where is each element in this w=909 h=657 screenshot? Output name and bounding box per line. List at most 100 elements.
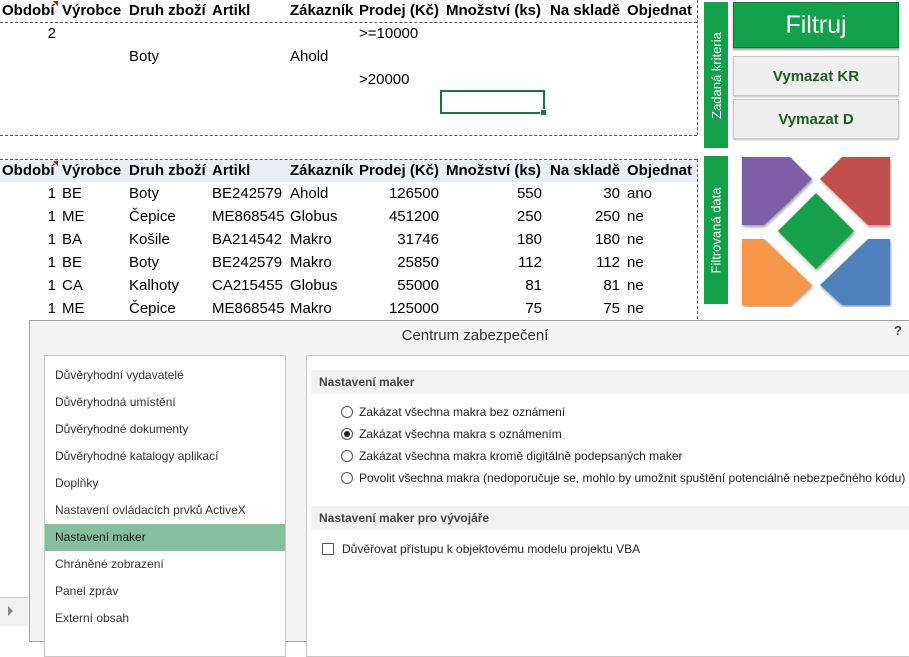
- nav-item[interactable]: Důvěryhodné dokumenty: [45, 416, 285, 443]
- cell-mnozstvi[interactable]: 81: [446, 275, 542, 297]
- header-vyrobce[interactable]: Výrobce: [62, 0, 126, 22]
- header-druh[interactable]: Druh zboží: [129, 0, 209, 22]
- data-header-obdobi[interactable]: Období: [2, 160, 60, 182]
- cell-zakaznik[interactable]: Ahold: [290, 183, 358, 205]
- cell-druh[interactable]: Čepice: [129, 298, 209, 320]
- cell-obdobi[interactable]: 1: [2, 298, 56, 320]
- cell-zakaznik[interactable]: Makro: [290, 252, 358, 274]
- header-zakaznik[interactable]: Zákazník: [290, 0, 358, 22]
- criteria-zakaznik[interactable]: Ahold: [290, 46, 358, 68]
- scroll-left-icon[interactable]: [8, 606, 13, 616]
- data-header-sklad[interactable]: Na skladě: [550, 160, 625, 182]
- data-header-druh[interactable]: Druh zboží: [129, 160, 209, 182]
- cell-sklad[interactable]: 250: [550, 206, 620, 228]
- cell-obdobi[interactable]: 1: [2, 275, 56, 297]
- cell-mnozstvi[interactable]: 112: [446, 252, 542, 274]
- criteria-druh[interactable]: Boty: [129, 46, 209, 68]
- cell-prodej[interactable]: 126500: [359, 183, 439, 205]
- cell-vyrobce[interactable]: ME: [62, 206, 126, 228]
- macro-option-label[interactable]: Zakázat všechna makra kromě digitálně po…: [359, 448, 683, 464]
- cell-zakaznik[interactable]: Globus: [290, 275, 358, 297]
- selected-cell[interactable]: [440, 90, 547, 116]
- cell-prodej[interactable]: 55000: [359, 275, 439, 297]
- cell-artikl[interactable]: BA214542: [212, 229, 287, 251]
- cell-artikl[interactable]: BE242579: [212, 183, 287, 205]
- cell-artikl[interactable]: CA215455: [212, 275, 287, 297]
- criteria-prodej-2[interactable]: >20000: [359, 69, 441, 91]
- vba-trust-label[interactable]: Důvěřovat přístupu k objektovému modelu …: [342, 541, 640, 557]
- cell-zakaznik[interactable]: Makro: [290, 229, 358, 251]
- cell-mnozstvi[interactable]: 550: [446, 183, 542, 205]
- cell-artikl[interactable]: ME868545: [212, 206, 287, 228]
- data-header-objednat[interactable]: Objednat: [627, 160, 699, 182]
- header-prodej[interactable]: Prodej (Kč): [359, 0, 441, 22]
- cell-objednat[interactable]: ne: [627, 252, 697, 274]
- cell-vyrobce[interactable]: BA: [62, 229, 126, 251]
- cell-obdobi[interactable]: 1: [2, 183, 56, 205]
- cell-objednat[interactable]: ne: [627, 206, 697, 228]
- nav-item[interactable]: Nastavení maker: [45, 524, 285, 551]
- cell-prodej[interactable]: 31746: [359, 229, 439, 251]
- cell-prodej[interactable]: 451200: [359, 206, 439, 228]
- clear-criteria-button[interactable]: Vymazat KR: [733, 56, 899, 96]
- cell-prodej[interactable]: 125000: [359, 298, 439, 320]
- data-header-mnozstvi[interactable]: Množství (ks): [446, 160, 548, 182]
- header-mnozstvi[interactable]: Množství (ks): [446, 0, 548, 22]
- criteria-prodej-1[interactable]: >=10000: [359, 23, 441, 45]
- clear-data-button[interactable]: Vymazat D: [733, 99, 899, 139]
- macro-option-radio[interactable]: [341, 450, 353, 462]
- cell-vyrobce[interactable]: BE: [62, 183, 126, 205]
- cell-artikl[interactable]: BE242579: [212, 252, 287, 274]
- criteria-obdobi[interactable]: 2: [2, 23, 56, 45]
- data-header-prodej[interactable]: Prodej (Kč): [359, 160, 441, 182]
- cell-vyrobce[interactable]: ME: [62, 298, 126, 320]
- cell-mnozstvi[interactable]: 180: [446, 229, 542, 251]
- nav-item[interactable]: Důvěryhodní vydavatelé: [45, 362, 285, 389]
- cell-obdobi[interactable]: 1: [2, 229, 56, 251]
- cell-artikl[interactable]: ME868545: [212, 298, 287, 320]
- nav-item[interactable]: Důvěryhodné katalogy aplikací: [45, 443, 285, 470]
- nav-item[interactable]: Externí obsah: [45, 605, 285, 632]
- cell-objednat[interactable]: ne: [627, 275, 697, 297]
- cell-sklad[interactable]: 81: [550, 275, 620, 297]
- cell-mnozstvi[interactable]: 250: [446, 206, 542, 228]
- macro-option-label[interactable]: Zakázat všechna makra s oznámením: [359, 426, 562, 442]
- cell-vyrobce[interactable]: BE: [62, 252, 126, 274]
- cell-objednat[interactable]: ne: [627, 229, 697, 251]
- cell-prodej[interactable]: 25850: [359, 252, 439, 274]
- nav-item[interactable]: Chráněné zobrazení: [45, 551, 285, 578]
- macro-option-radio[interactable]: [341, 406, 353, 418]
- cell-sklad[interactable]: 180: [550, 229, 620, 251]
- cell-druh[interactable]: Kalhoty: [129, 275, 209, 297]
- cell-obdobi[interactable]: 1: [2, 252, 56, 274]
- macro-option-radio[interactable]: [341, 428, 353, 440]
- macro-option-label[interactable]: Povolit všechna makra (nedoporučuje se, …: [359, 470, 905, 486]
- data-header-artikl[interactable]: Artikl: [212, 160, 287, 182]
- cell-obdobi[interactable]: 1: [2, 206, 56, 228]
- nav-item[interactable]: Nastavení ovládacích prvků ActiveX: [45, 497, 285, 524]
- data-header-vyrobce[interactable]: Výrobce: [62, 160, 126, 182]
- macro-option-radio[interactable]: [341, 472, 353, 484]
- cell-objednat[interactable]: ano: [627, 183, 697, 205]
- cell-druh[interactable]: Košile: [129, 229, 209, 251]
- header-objednat[interactable]: Objednat: [627, 0, 699, 22]
- help-icon[interactable]: ?: [894, 323, 902, 338]
- header-obdobi[interactable]: Období: [2, 0, 60, 22]
- cell-mnozstvi[interactable]: 75: [446, 298, 542, 320]
- nav-item[interactable]: Panel zpráv: [45, 578, 285, 605]
- cell-sklad[interactable]: 30: [550, 183, 620, 205]
- cell-druh[interactable]: Čepice: [129, 206, 209, 228]
- cell-zakaznik[interactable]: Globus: [290, 206, 358, 228]
- data-header-zakaznik[interactable]: Zákazník: [290, 160, 358, 182]
- cell-druh[interactable]: Boty: [129, 183, 209, 205]
- cell-objednat[interactable]: ne: [627, 298, 697, 320]
- cell-sklad[interactable]: 75: [550, 298, 620, 320]
- cell-zakaznik[interactable]: Makro: [290, 298, 358, 320]
- header-artikl[interactable]: Artikl: [212, 0, 287, 22]
- cell-vyrobce[interactable]: CA: [62, 275, 126, 297]
- nav-item[interactable]: Důvěryhodná umístění: [45, 389, 285, 416]
- vba-trust-checkbox[interactable]: [322, 543, 334, 555]
- cell-druh[interactable]: Boty: [129, 252, 209, 274]
- header-sklad[interactable]: Na skladě: [550, 0, 625, 22]
- nav-item[interactable]: Doplňky: [45, 470, 285, 497]
